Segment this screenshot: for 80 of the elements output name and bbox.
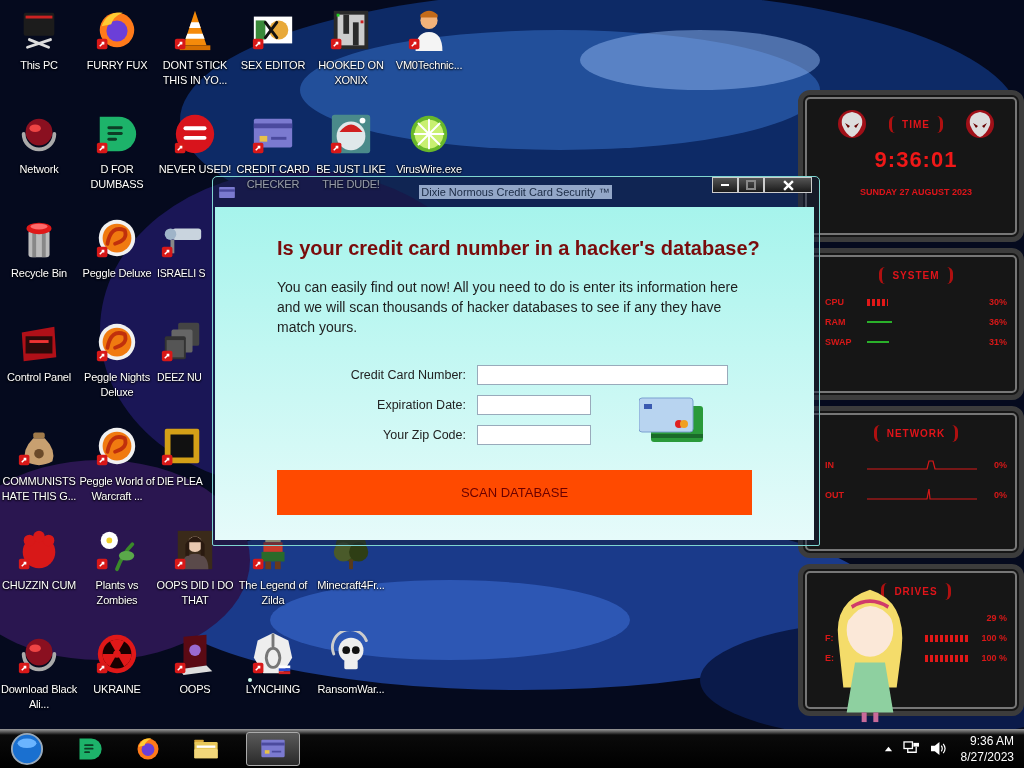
show-hidden-icons-icon[interactable] — [883, 744, 893, 753]
panel-title: SYSTEM — [879, 267, 953, 284]
meter-label: OUT — [825, 490, 845, 500]
clock-date: SUNDAY 27 AUGUST 2023 — [858, 187, 974, 197]
icon-label[interactable]: DIE PLEA — [157, 474, 203, 489]
maximize-button[interactable] — [738, 177, 764, 193]
icon-label[interactable]: CREDIT CARD CHECKER — [234, 162, 312, 192]
icon-label[interactable]: Peggle Deluxe — [78, 266, 156, 281]
field-label: Your Zip Code: — [382, 428, 466, 442]
meter-label: SWAP — [825, 337, 853, 347]
icon-label[interactable]: UKRAINE — [78, 682, 156, 697]
chevron-bar — [925, 634, 969, 642]
taskbar-time[interactable]: 9:36 AM — [969, 732, 1014, 749]
icon-label[interactable]: HOOKED ON XONIX — [312, 58, 390, 88]
close-icon — [782, 179, 794, 191]
icon-label[interactable]: VirusWire.exe — [390, 162, 468, 177]
meter-reading: 29 % — [986, 613, 1007, 623]
meter-reading: 100 % — [981, 653, 1007, 663]
icon-label[interactable]: Control Panel — [0, 370, 78, 385]
drive-label: F: — [825, 633, 834, 643]
icon-label[interactable]: LYNCHING — [234, 682, 312, 697]
meter-reading: 0% — [994, 490, 1007, 500]
icon-label[interactable]: CHUZZIN CUM — [0, 578, 78, 593]
meter-reading: 36% — [989, 317, 1007, 327]
credit-card-icon — [219, 187, 235, 198]
scan-button[interactable]: SCAN DATABASE — [277, 470, 752, 515]
panel-title: NETWORK — [873, 425, 959, 442]
icon-label[interactable]: Minecraft4Fr... — [312, 578, 390, 593]
icon-label[interactable]: FURRY FUX — [78, 58, 156, 73]
icon-label[interactable]: The Legend of Zilda — [234, 578, 312, 608]
meter-reading: 31% — [989, 337, 1007, 347]
icon-label[interactable]: OOPS — [156, 682, 234, 697]
close-button[interactable] — [764, 177, 812, 193]
meter-label: IN — [825, 460, 835, 470]
icon-label[interactable]: RansomWar... — [312, 682, 390, 697]
icon-label[interactable]: Download Black Ali... — [0, 682, 78, 712]
icon-label[interactable]: Network — [0, 162, 78, 177]
icon-label[interactable]: OOPS DID I DO THAT — [156, 578, 234, 608]
heading: Is your credit card number in a hacker's database? — [277, 237, 761, 260]
network-icon[interactable] — [902, 741, 920, 756]
chevron-bar — [925, 654, 969, 662]
alien-head-icon — [837, 109, 867, 139]
icon-label[interactable]: This PC — [0, 58, 78, 73]
icon-label[interactable]: D FOR DUMBASS — [78, 162, 156, 192]
minimize-icon — [721, 184, 729, 186]
icon-label[interactable]: Plants vs Zombies — [78, 578, 156, 608]
panel-title: TIME — [889, 115, 943, 133]
taskbar-date[interactable]: 8/27/2023 — [960, 748, 1014, 765]
start-button[interactable] — [10, 731, 44, 766]
icon-label[interactable]: Recycle Bin — [0, 266, 78, 281]
input-field[interactable] — [477, 365, 728, 385]
icon-label[interactable]: BE JUST LIKE THE DUDE! — [312, 162, 390, 192]
icon-label[interactable]: VM0Technic... — [390, 58, 468, 73]
meter-reading: 30% — [989, 297, 1007, 307]
meter-label: CPU — [825, 297, 845, 307]
field-label: Credit Card Number: — [349, 368, 466, 382]
field-label: Expiration Date: — [376, 398, 466, 412]
icon-label[interactable]: NEVER USED! — [156, 162, 234, 177]
icon-label[interactable]: SEX EDITOR — [234, 58, 312, 73]
credit-cards-icon — [639, 396, 705, 444]
drive-label: E: — [825, 653, 834, 663]
window-title: Dixie Normous Credit Card Security ™ — [419, 185, 612, 199]
icon-label[interactable]: DEEZ NU — [157, 370, 202, 385]
meter-reading: 100 % — [981, 633, 1007, 643]
input-field[interactable] — [477, 395, 591, 415]
intro-text: You can easily find out now! All you need to do is enter its information here and we will scan thousands of hacker databases to see if any they have match yours. — [277, 278, 739, 337]
meter-label: RAM — [825, 317, 847, 327]
icon-label[interactable]: Peggle World of Warcraft ... — [78, 474, 156, 504]
maximize-icon — [746, 180, 756, 190]
icon-label[interactable]: ISRAELI S — [157, 266, 206, 281]
icon-label[interactable]: COMMUNISTS HATE THIS G... — [0, 474, 78, 504]
alien-head-icon — [965, 109, 995, 139]
icon-label[interactable]: DONT STICK THIS IN YO... — [156, 58, 234, 88]
taskbar-app[interactable] — [246, 731, 300, 766]
icon-label[interactable]: Peggle Nights Deluxe — [78, 370, 156, 400]
input-field[interactable] — [477, 425, 591, 445]
clock-time: 9:36:01 — [873, 147, 959, 173]
minimize-button[interactable] — [712, 177, 738, 193]
meter-reading: 0% — [994, 460, 1007, 470]
volume-icon[interactable] — [929, 741, 947, 756]
